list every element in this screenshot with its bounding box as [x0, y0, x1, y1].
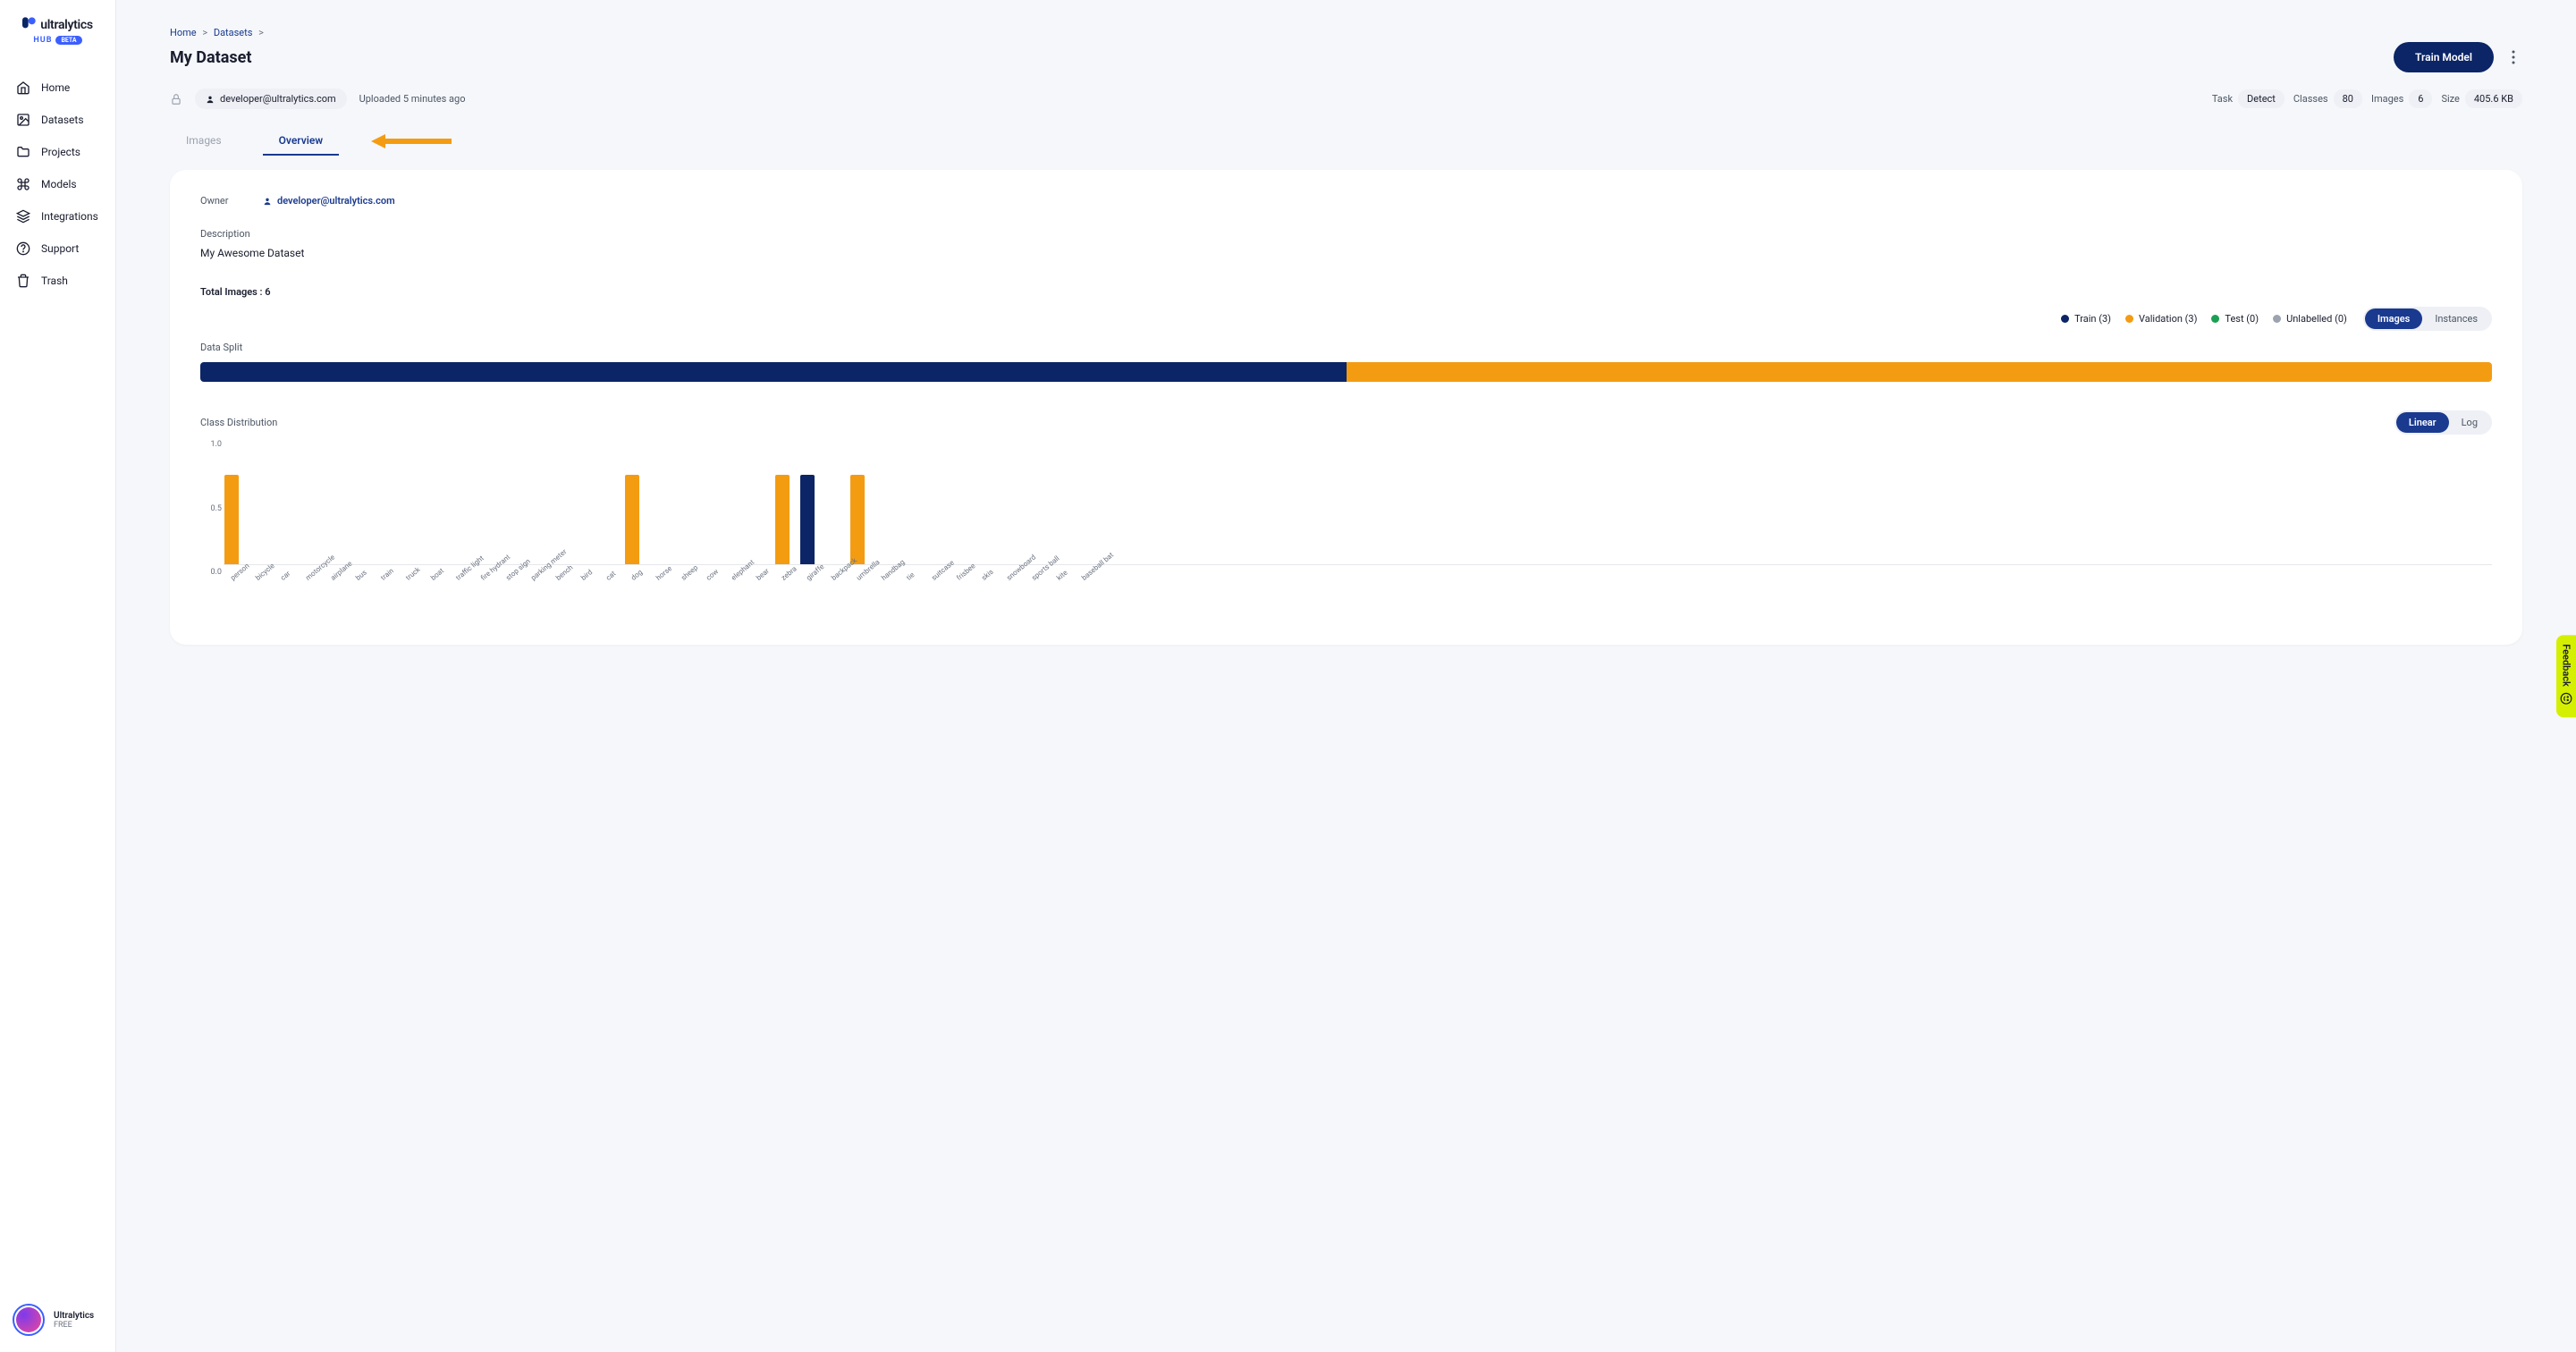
- bar-col: [624, 475, 640, 564]
- person-icon: [206, 95, 215, 104]
- main: Home > Datasets > My Dataset Train Model…: [116, 0, 2576, 1352]
- data-split-bar: [200, 362, 2492, 382]
- nav-projects[interactable]: Projects: [9, 136, 106, 168]
- split-legend: Train (3) Validation (3) Test (0) Unlabe…: [2061, 313, 2347, 325]
- nav-integrations-label: Integrations: [41, 210, 98, 223]
- legend-train: Train (3): [2061, 313, 2111, 325]
- bar: [224, 475, 239, 564]
- more-menu-button[interactable]: [2504, 48, 2522, 66]
- crumb-datasets[interactable]: Datasets: [214, 27, 253, 38]
- beta-badge: BETA: [55, 36, 81, 45]
- owner-pill[interactable]: developer@ultralytics.com: [195, 89, 347, 109]
- overview-card: Owner developer@ultralytics.com Descript…: [170, 170, 2522, 645]
- nav-models[interactable]: Models: [9, 168, 106, 200]
- command-icon: [16, 177, 30, 191]
- crumb-home[interactable]: Home: [170, 27, 197, 38]
- user-badge[interactable]: Ultralytics FREE: [0, 1304, 115, 1336]
- owner-label: Owner: [200, 195, 245, 207]
- folder-icon: [16, 145, 30, 159]
- smile-icon: [2560, 692, 2572, 705]
- stat-classes: Classes 80: [2293, 89, 2362, 108]
- stat-size: Size 405.6 KB: [2441, 89, 2522, 108]
- split-seg-train: [200, 362, 1347, 382]
- class-distribution-chart: 1.00.50.0 personbicyclecarmotorcycleairp…: [200, 440, 2492, 620]
- scale-toggle: Linear Log: [2394, 410, 2492, 435]
- feedback-tab[interactable]: Feedback: [2556, 635, 2576, 717]
- nav-integrations[interactable]: Integrations: [9, 200, 106, 232]
- tab-overview[interactable]: Overview: [263, 127, 340, 156]
- legend-validation: Validation (3): [2125, 313, 2197, 325]
- nav-datasets[interactable]: Datasets: [9, 104, 106, 136]
- brand-mark-icon: [22, 16, 37, 34]
- uploaded-time: Uploaded 5 minutes ago: [359, 93, 466, 105]
- toggle-log[interactable]: Log: [2449, 412, 2490, 433]
- total-images: Total Images : 6: [200, 286, 2492, 298]
- image-icon: [16, 113, 30, 127]
- stat-task: Task Detect: [2212, 89, 2285, 108]
- avatar: [13, 1304, 45, 1336]
- person-icon: [263, 197, 272, 206]
- user-name: Ultralytics: [54, 1311, 94, 1321]
- legend-unlabelled: Unlabelled (0): [2273, 313, 2347, 325]
- lock-icon: [170, 93, 182, 106]
- breadcrumb: Home > Datasets >: [170, 27, 2522, 38]
- home-icon: [16, 80, 30, 95]
- kebab-icon: [2512, 50, 2515, 64]
- bar-col: [224, 475, 240, 564]
- nav-home-label: Home: [41, 81, 70, 94]
- toggle-instances[interactable]: Instances: [2422, 308, 2490, 329]
- nav-models-label: Models: [41, 178, 77, 190]
- nav-trash-label: Trash: [41, 275, 68, 287]
- data-split-label: Data Split: [200, 342, 2492, 353]
- bar: [625, 475, 639, 564]
- legend-test: Test (0): [2211, 313, 2259, 325]
- nav-trash[interactable]: Trash: [9, 265, 106, 297]
- bar: [775, 475, 790, 564]
- owner-link[interactable]: developer@ultralytics.com: [263, 195, 395, 207]
- arrow-callout-icon: [371, 133, 452, 149]
- bar-col: [849, 475, 866, 564]
- description-label: Description: [200, 228, 2492, 240]
- page-title: My Dataset: [170, 48, 251, 67]
- sidebar: ultralytics HUB BETA Home Datasets Proje…: [0, 0, 116, 1352]
- nav-projects-label: Projects: [41, 146, 80, 158]
- description-value: My Awesome Dataset: [200, 247, 2492, 259]
- toggle-linear[interactable]: Linear: [2396, 412, 2449, 433]
- help-icon: [16, 241, 30, 256]
- brand-name: ultralytics: [40, 18, 93, 32]
- tab-images[interactable]: Images: [170, 127, 238, 156]
- bar: [800, 475, 815, 564]
- bar: [850, 475, 865, 564]
- train-model-button[interactable]: Train Model: [2394, 42, 2494, 72]
- class-dist-label: Class Distribution: [200, 417, 277, 428]
- bar-col: [774, 475, 790, 564]
- stat-images: Images 6: [2371, 89, 2433, 108]
- nav-support-label: Support: [41, 242, 79, 255]
- user-plan: FREE: [54, 1321, 94, 1330]
- layers-icon: [16, 209, 30, 224]
- logo[interactable]: ultralytics HUB BETA: [0, 16, 115, 45]
- trash-icon: [16, 274, 30, 288]
- chart-scroll[interactable]: personbicyclecarmotorcycleairplanebustra…: [224, 440, 2492, 620]
- nav-datasets-label: Datasets: [41, 114, 84, 126]
- owner-email: developer@ultralytics.com: [220, 93, 336, 105]
- brand-hub: HUB: [33, 36, 52, 45]
- nav-home[interactable]: Home: [9, 72, 106, 104]
- bar-col: [799, 475, 815, 564]
- toggle-images[interactable]: Images: [2365, 308, 2422, 329]
- nav-support[interactable]: Support: [9, 232, 106, 265]
- split-seg-validation: [1347, 362, 2493, 382]
- split-toggle: Images Instances: [2363, 307, 2492, 331]
